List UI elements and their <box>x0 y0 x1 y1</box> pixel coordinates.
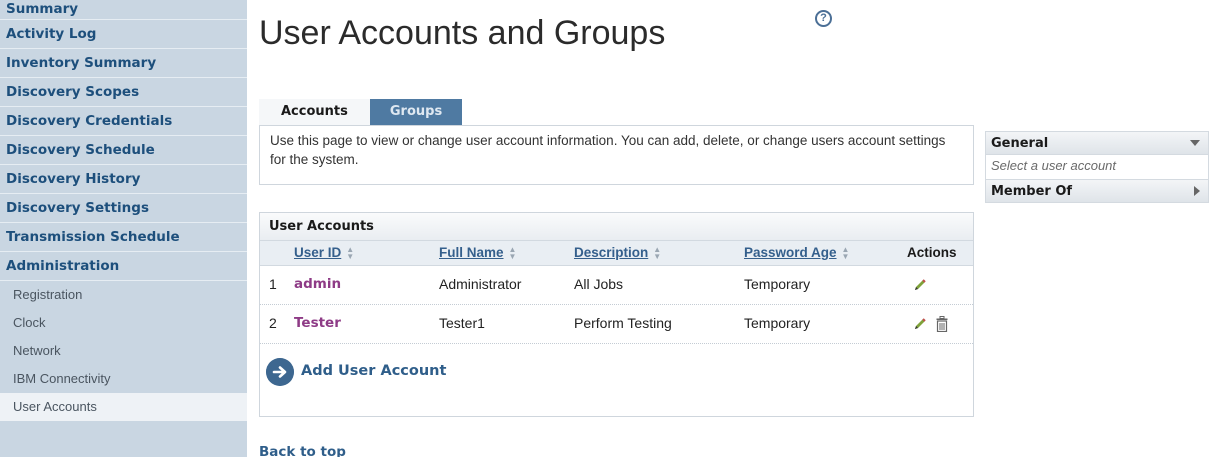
column-header-user-id-label: User ID <box>294 245 342 260</box>
page-description: Use this page to view or change user acc… <box>259 125 974 185</box>
general-section-header[interactable]: General <box>985 131 1209 155</box>
add-user-account-link[interactable]: Add User Account <box>301 363 446 379</box>
password-age-cell: Temporary <box>744 315 811 331</box>
table-row: 2 Tester Tester1 Perform Testing Tempora… <box>260 305 973 344</box>
column-header-actions: Actions <box>907 245 957 260</box>
table-header-row: User ID ▲ ▼ Full Name ▲ ▼ Description ▲ ▼ Pass… <box>260 241 973 266</box>
full-name-cell: Administrator <box>439 276 522 292</box>
user-id-link[interactable]: Tester <box>294 315 341 331</box>
page-title: User Accounts and Groups <box>259 14 666 52</box>
sidebar-subitem-registration[interactable]: Registration <box>0 281 247 309</box>
sidebar-subitem-user-accounts[interactable]: User Accounts <box>0 393 247 421</box>
sort-icon: ▲ ▼ <box>346 245 355 262</box>
sidebar-subitem-clock[interactable]: Clock <box>0 309 247 337</box>
sidebar-subitem-ibm-connectivity[interactable]: IBM Connectivity <box>0 365 247 393</box>
description-cell: All Jobs <box>574 276 624 292</box>
row-number: 1 <box>269 276 277 292</box>
details-panel: General Select a user account Member Of <box>985 131 1209 203</box>
sidebar-nav: Summary Activity Log Inventory Summary D… <box>0 0 247 457</box>
column-header-description-label: Description <box>574 245 649 260</box>
delete-trash-icon[interactable] <box>936 316 948 332</box>
sidebar-item-discovery-scopes[interactable]: Discovery Scopes <box>0 78 247 107</box>
sort-icon: ▲ ▼ <box>653 245 662 262</box>
sort-icon: ▲ ▼ <box>508 245 517 262</box>
chevron-down-icon <box>1190 140 1200 146</box>
tab-groups[interactable]: Groups <box>369 99 463 125</box>
add-user-account-row: Add User Account <box>260 349 973 395</box>
row-number: 2 <box>269 315 277 331</box>
column-header-password-age-label: Password Age <box>744 245 837 260</box>
edit-pencil-icon[interactable] <box>913 278 927 292</box>
column-header-user-id[interactable]: User ID ▲ ▼ <box>294 245 355 262</box>
column-header-password-age[interactable]: Password Age ▲ ▼ <box>744 245 850 262</box>
sidebar-subitem-network[interactable]: Network <box>0 337 247 365</box>
tab-bar: Accounts Groups <box>259 99 463 125</box>
sidebar-item-discovery-credentials[interactable]: Discovery Credentials <box>0 107 247 136</box>
sidebar-item-activity-log[interactable]: Activity Log <box>0 20 247 49</box>
sidebar-item-transmission-schedule[interactable]: Transmission Schedule <box>0 223 247 252</box>
sidebar-item-discovery-history[interactable]: Discovery History <box>0 165 247 194</box>
user-id-link[interactable]: admin <box>294 276 341 292</box>
description-text: Use this page to view or change user acc… <box>270 133 946 167</box>
sidebar-item-discovery-settings[interactable]: Discovery Settings <box>0 194 247 223</box>
password-age-cell: Temporary <box>744 276 811 292</box>
general-section-placeholder: Select a user account <box>985 155 1209 179</box>
table-row: 1 admin Administrator All Jobs Temporary <box>260 266 973 305</box>
sidebar-item-administration[interactable]: Administration <box>0 252 247 281</box>
member-of-section-label: Member Of <box>991 184 1073 199</box>
tab-accounts[interactable]: Accounts <box>259 99 370 125</box>
general-section-label: General <box>991 136 1049 151</box>
column-header-full-name-label: Full Name <box>439 245 504 260</box>
chevron-right-icon <box>1194 186 1200 196</box>
user-accounts-heading: User Accounts <box>260 213 973 241</box>
sidebar-item-summary[interactable]: Summary <box>0 0 247 20</box>
add-arrow-icon[interactable] <box>266 358 294 386</box>
sort-icon: ▲ ▼ <box>841 245 850 262</box>
column-header-description[interactable]: Description ▲ ▼ <box>574 245 662 262</box>
sidebar-item-inventory-summary[interactable]: Inventory Summary <box>0 49 247 78</box>
user-accounts-panel: User Accounts User ID ▲ ▼ Full Name ▲ ▼ Desc… <box>259 212 974 417</box>
back-to-top-link[interactable]: Back to top <box>259 444 346 457</box>
edit-pencil-icon[interactable] <box>913 317 927 331</box>
member-of-section-header[interactable]: Member Of <box>985 179 1209 203</box>
full-name-cell: Tester1 <box>439 315 485 331</box>
sidebar-item-discovery-schedule[interactable]: Discovery Schedule <box>0 136 247 165</box>
help-icon[interactable]: ? <box>815 10 832 27</box>
description-cell: Perform Testing <box>574 315 672 331</box>
column-header-full-name[interactable]: Full Name ▲ ▼ <box>439 245 517 262</box>
